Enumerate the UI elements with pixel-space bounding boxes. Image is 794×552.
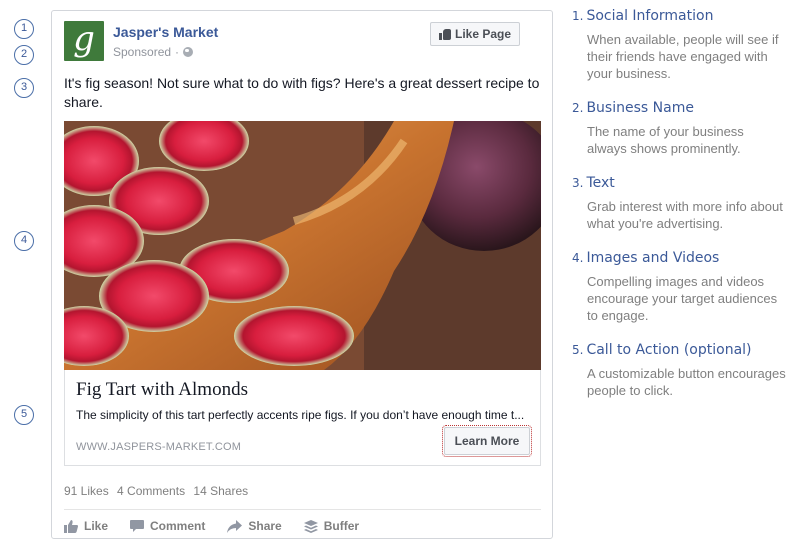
guide-title: 3. Text <box>572 175 787 191</box>
thumb-icon <box>438 28 451 40</box>
separator-dot: · <box>175 45 180 59</box>
link-description: The simplicity of this tart perfectly ac… <box>76 408 525 422</box>
page-name-link[interactable]: Jasper's Market <box>113 24 218 40</box>
learn-more-button[interactable]: Learn More <box>442 425 532 457</box>
guide-title: 1. Social Information <box>572 8 787 24</box>
post-text: It's fig season! Not sure what to do wit… <box>64 75 540 110</box>
post-actions: Like Comment Share Buffer <box>64 516 381 536</box>
shares-count[interactable]: 14 Shares <box>193 484 248 498</box>
share-label: Share <box>248 519 282 533</box>
logo-letter: g <box>73 21 95 59</box>
marker-4: 4 <box>14 231 34 251</box>
sponsored-post-card: g Jasper's Market Sponsored · Like Page I… <box>51 10 553 539</box>
guide-number: 4. <box>572 251 584 265</box>
page-logo[interactable]: g <box>64 21 104 61</box>
guide-number: 3. <box>572 176 584 190</box>
sponsored-row: Sponsored · <box>113 45 194 59</box>
buffer-label: Buffer <box>323 519 360 533</box>
like-label: Like <box>84 519 109 533</box>
guide-description: When available, people will see if their… <box>587 32 779 81</box>
likes-count[interactable]: 91 Likes <box>64 484 109 498</box>
buffer-icon <box>303 519 318 533</box>
marker-3: 3 <box>14 78 34 98</box>
marker-2: 2 <box>14 45 34 65</box>
share-action[interactable]: Share <box>227 516 282 536</box>
fig-tart-illustration <box>64 121 541 370</box>
guide-item-business-name: 2. Business Name The name of your busines… <box>572 100 787 157</box>
guide-item-text: 3. Text Grab interest with more info abou… <box>572 175 787 232</box>
guide-title: 2. Business Name <box>572 100 787 116</box>
buffer-action[interactable]: Buffer <box>303 516 360 536</box>
post-image-fig-tart[interactable] <box>64 121 541 370</box>
sponsored-label[interactable]: Sponsored <box>113 45 171 59</box>
globe-icon[interactable] <box>183 47 194 57</box>
comment-action[interactable]: Comment <box>130 516 205 536</box>
like-action[interactable]: Like <box>64 516 108 536</box>
like-page-label: Like Page <box>454 27 512 41</box>
link-preview[interactable]: Fig Tart with Almonds The simplicity of … <box>64 370 541 466</box>
share-icon <box>227 519 243 533</box>
guide-description: Compelling images and videos encourage y… <box>587 274 778 323</box>
like-page-button[interactable]: Like Page <box>430 22 520 46</box>
guide-title: 5. Call to Action (optional) <box>572 342 787 358</box>
guide-item-social-information: 1. Social Information When available, peo… <box>572 8 787 82</box>
guide-description: A customizable button encourages people … <box>587 366 786 398</box>
guide-number: 1. <box>572 9 584 23</box>
comment-label: Comment <box>150 519 206 533</box>
link-url: WWW.JASPERS-MARKET.COM <box>76 441 242 453</box>
guide-title-text: Text <box>586 175 615 191</box>
link-title[interactable]: Fig Tart with Almonds <box>76 379 248 401</box>
divider <box>64 509 541 510</box>
comments-count[interactable]: 4 Comments <box>117 484 185 498</box>
guide-number: 2. <box>572 101 584 115</box>
guide-number: 5. <box>572 343 584 357</box>
guide-item-call-to-action: 5. Call to Action (optional) A customizab… <box>572 342 787 399</box>
comment-icon <box>130 519 145 532</box>
engagement-stats: 91 Likes 4 Comments 14 Shares <box>64 484 253 498</box>
guide-title-text: Social Information <box>586 8 714 24</box>
guide-item-images-and-videos: 4. Images and Videos Compelling images an… <box>572 250 787 324</box>
guide-title-text: Images and Videos <box>586 250 720 266</box>
guide-title: 4. Images and Videos <box>572 250 787 266</box>
guide-description: The name of your business always shows p… <box>587 124 744 156</box>
marker-5: 5 <box>14 405 34 425</box>
like-icon <box>64 519 78 533</box>
marker-1: 1 <box>14 19 34 39</box>
guide-title-text: Business Name <box>586 100 694 116</box>
guide-description: Grab interest with more info about what … <box>587 199 783 231</box>
guide-title-text: Call to Action (optional) <box>586 342 752 358</box>
